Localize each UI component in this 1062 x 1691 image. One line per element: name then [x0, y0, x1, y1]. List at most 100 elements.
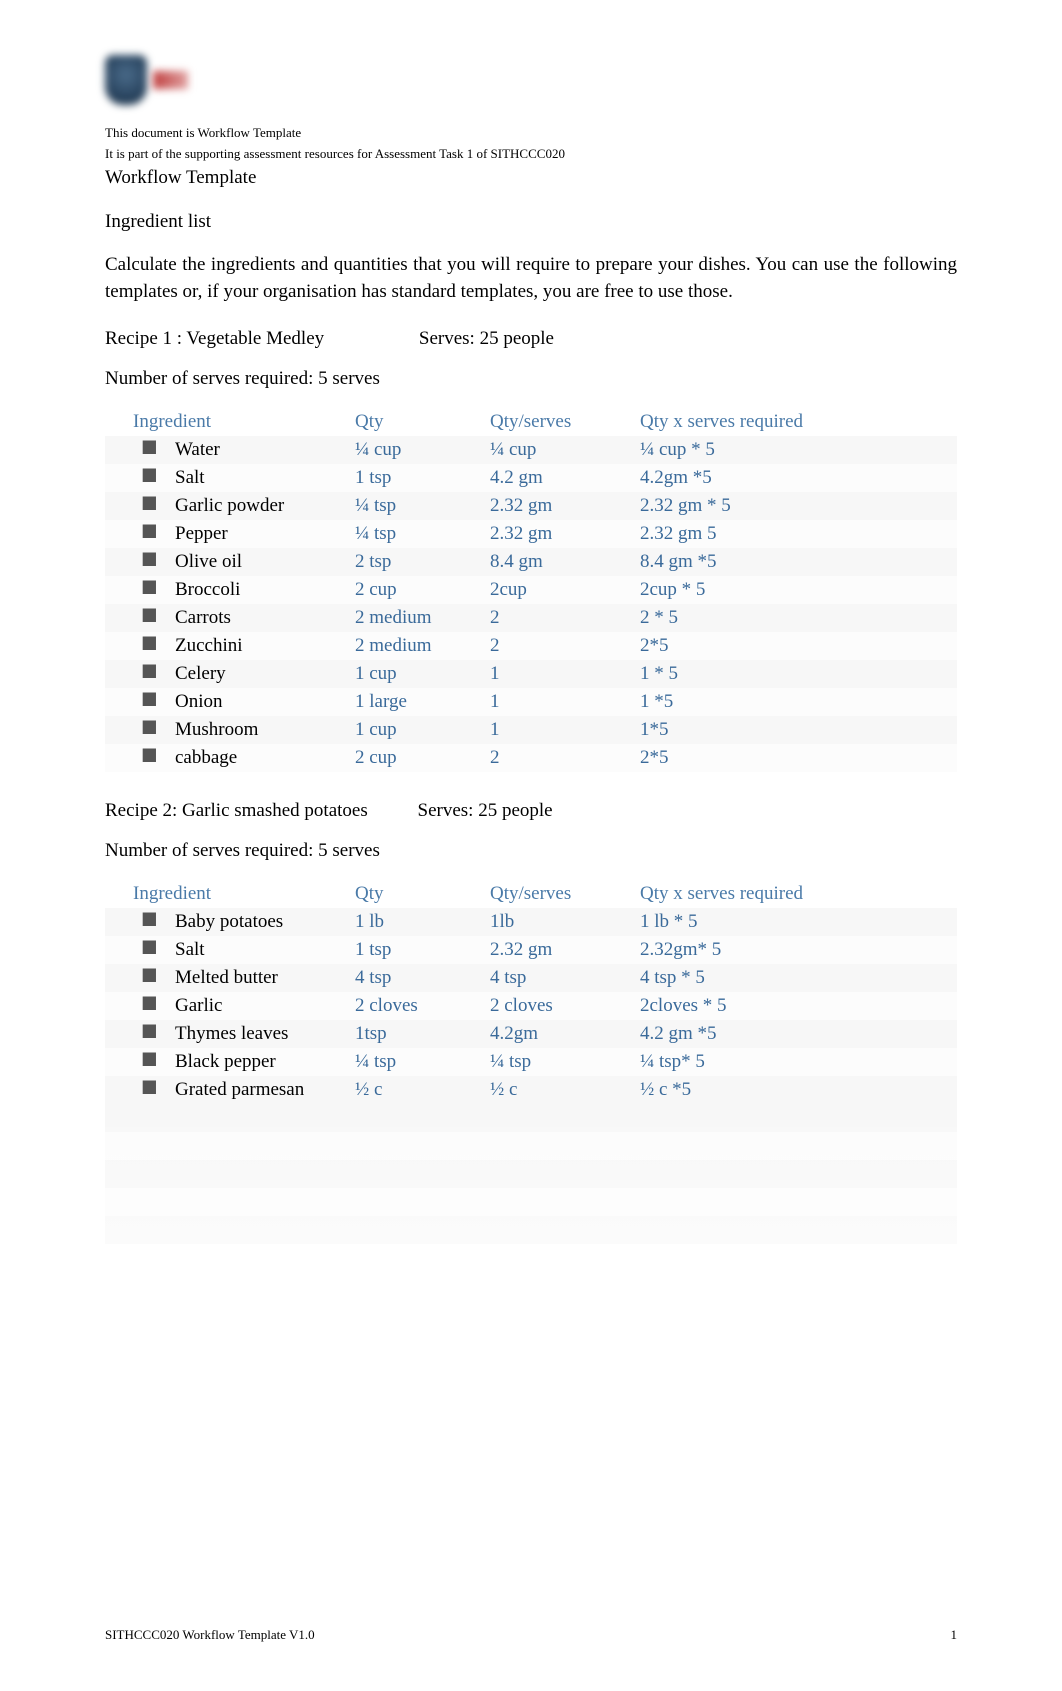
- header-qty-required: Qty x serves required: [640, 880, 957, 908]
- ingredient-qty: 1 cup: [355, 660, 490, 688]
- ingredient-qty: 4 tsp: [355, 964, 490, 992]
- empty-cell: [175, 1160, 355, 1188]
- ingredient-qty: 2 medium: [355, 604, 490, 632]
- ingredient-qty: 1tsp: [355, 1020, 490, 1048]
- table-row: ⯀Salt1 tsp2.32 gm2.32gm* 5: [105, 936, 957, 964]
- ingredient-qty-required: 4.2gm *5: [640, 464, 957, 492]
- empty-cell: [105, 1104, 175, 1132]
- ingredient-qty-serves: 1lb: [490, 908, 640, 936]
- bullet-icon: ⯀: [105, 1076, 175, 1104]
- bullet-icon: ⯀: [105, 1020, 175, 1048]
- table-row: ⯀Olive oil2 tsp8.4 gm8.4 gm *5: [105, 548, 957, 576]
- ingredient-qty: 2 medium: [355, 632, 490, 660]
- empty-cell: [355, 1160, 490, 1188]
- recipe2-serves: Serves: 25 people: [418, 800, 553, 821]
- ingredient-qty-serves: 2: [490, 632, 640, 660]
- bullet-icon: ⯀: [105, 688, 175, 716]
- footer: SITHCCC020 Workflow Template V1.0 1: [105, 1627, 957, 1643]
- ingredient-qty-required: 1 lb * 5: [640, 908, 957, 936]
- table-row: ⯀Thymes leaves1tsp4.2gm4.2 gm *5: [105, 1020, 957, 1048]
- ingredient-qty-serves: 1: [490, 660, 640, 688]
- section-subtitle: Ingredient list: [105, 211, 957, 233]
- header-qty-serves: Qty/serves: [490, 408, 640, 436]
- footer-page-number: 1: [951, 1627, 958, 1643]
- ingredient-qty-serves: 2 cloves: [490, 992, 640, 1020]
- recipe2-table: Ingredient Qty Qty/serves Qty x serves r…: [105, 880, 957, 1244]
- empty-cell: [105, 1160, 175, 1188]
- bullet-icon: ⯀: [105, 936, 175, 964]
- ingredient-qty-serves: ¼ cup: [490, 436, 640, 464]
- ingredient-name: Onion: [175, 688, 355, 716]
- empty-cell: [355, 1132, 490, 1160]
- empty-cell: [490, 1132, 640, 1160]
- bullet-icon: ⯀: [105, 632, 175, 660]
- empty-cell: [640, 1104, 957, 1132]
- header-qty: Qty: [355, 408, 490, 436]
- header-qty-serves: Qty/serves: [490, 880, 640, 908]
- ingredient-name: Olive oil: [175, 548, 355, 576]
- recipe1-heading: Recipe 1 : Vegetable Medley Serves: 25 p…: [105, 328, 957, 350]
- table-header-row: Ingredient Qty Qty/serves Qty x serves r…: [105, 880, 957, 908]
- table-row: ⯀Onion1 large11 *5: [105, 688, 957, 716]
- table-row: ⯀Water¼ cup¼ cup¼ cup * 5: [105, 436, 957, 464]
- recipe1-serves: Serves: 25 people: [419, 328, 554, 349]
- recipe2-heading: Recipe 2: Garlic smashed potatoes Serves…: [105, 800, 957, 822]
- empty-cell: [640, 1216, 957, 1244]
- ingredient-name: Salt: [175, 936, 355, 964]
- ingredient-qty-serves: 2: [490, 744, 640, 772]
- bullet-icon: ⯀: [105, 744, 175, 772]
- recipe2-table-wrap: Ingredient Qty Qty/serves Qty x serves r…: [105, 880, 957, 1244]
- ingredient-qty: ¼ tsp: [355, 492, 490, 520]
- ingredient-qty: 2 cup: [355, 744, 490, 772]
- ingredient-qty: 1 large: [355, 688, 490, 716]
- recipe1-serves-required: Number of serves required: 5 serves: [105, 368, 957, 390]
- ingredient-qty-serves: 4.2gm: [490, 1020, 640, 1048]
- ingredient-qty-required: 1 * 5: [640, 660, 957, 688]
- ingredient-qty-required: 2*5: [640, 744, 957, 772]
- empty-cell: [175, 1216, 355, 1244]
- recipe1-table: Ingredient Qty Qty/serves Qty x serves r…: [105, 408, 957, 772]
- header-line-2: It is part of the supporting assessment …: [105, 146, 957, 163]
- table-row-empty: [105, 1132, 957, 1160]
- ingredient-qty-required: 8.4 gm *5: [640, 548, 957, 576]
- ingredient-qty-required: ¼ tsp* 5: [640, 1048, 957, 1076]
- ingredient-qty-serves: 1: [490, 688, 640, 716]
- empty-cell: [640, 1188, 957, 1216]
- empty-cell: [105, 1216, 175, 1244]
- table-row: ⯀Broccoli2 cup2cup2cup * 5: [105, 576, 957, 604]
- ingredient-qty-required: 1 *5: [640, 688, 957, 716]
- table-row: ⯀Melted butter4 tsp4 tsp4 tsp * 5: [105, 964, 957, 992]
- table-row: ⯀Black pepper¼ tsp¼ tsp¼ tsp* 5: [105, 1048, 957, 1076]
- table-header-row: Ingredient Qty Qty/serves Qty x serves r…: [105, 408, 957, 436]
- bullet-icon: ⯀: [105, 464, 175, 492]
- table-row: ⯀Carrots2 medium22 * 5: [105, 604, 957, 632]
- table-row-empty: [105, 1104, 957, 1132]
- ingredient-name: Grated parmesan: [175, 1076, 355, 1104]
- table-row: ⯀Zucchini2 medium22*5: [105, 632, 957, 660]
- table-row: ⯀Pepper¼ tsp2.32 gm2.32 gm 5: [105, 520, 957, 548]
- bullet-icon: ⯀: [105, 716, 175, 744]
- empty-cell: [355, 1188, 490, 1216]
- ingredient-qty: 1 tsp: [355, 464, 490, 492]
- ingredient-name: Mushroom: [175, 716, 355, 744]
- ingredient-name: Celery: [175, 660, 355, 688]
- bullet-icon: ⯀: [105, 436, 175, 464]
- ingredient-qty-serves: 4.2 gm: [490, 464, 640, 492]
- empty-cell: [490, 1216, 640, 1244]
- ingredient-name: Black pepper: [175, 1048, 355, 1076]
- bullet-icon: ⯀: [105, 520, 175, 548]
- ingredient-qty-serves: 2.32 gm: [490, 492, 640, 520]
- bullet-icon: ⯀: [105, 604, 175, 632]
- ingredient-qty: 2 cloves: [355, 992, 490, 1020]
- page: This document is Workflow Template It is…: [0, 0, 1062, 1691]
- empty-cell: [640, 1160, 957, 1188]
- empty-cell: [490, 1104, 640, 1132]
- logo-text-icon: [153, 71, 188, 89]
- ingredient-name: Melted butter: [175, 964, 355, 992]
- ingredient-qty: 1 lb: [355, 908, 490, 936]
- ingredient-name: Pepper: [175, 520, 355, 548]
- ingredient-qty-required: ½ c *5: [640, 1076, 957, 1104]
- table-row: ⯀cabbage2 cup22*5: [105, 744, 957, 772]
- logo-shield-icon: [105, 55, 147, 105]
- ingredient-name: Salt: [175, 464, 355, 492]
